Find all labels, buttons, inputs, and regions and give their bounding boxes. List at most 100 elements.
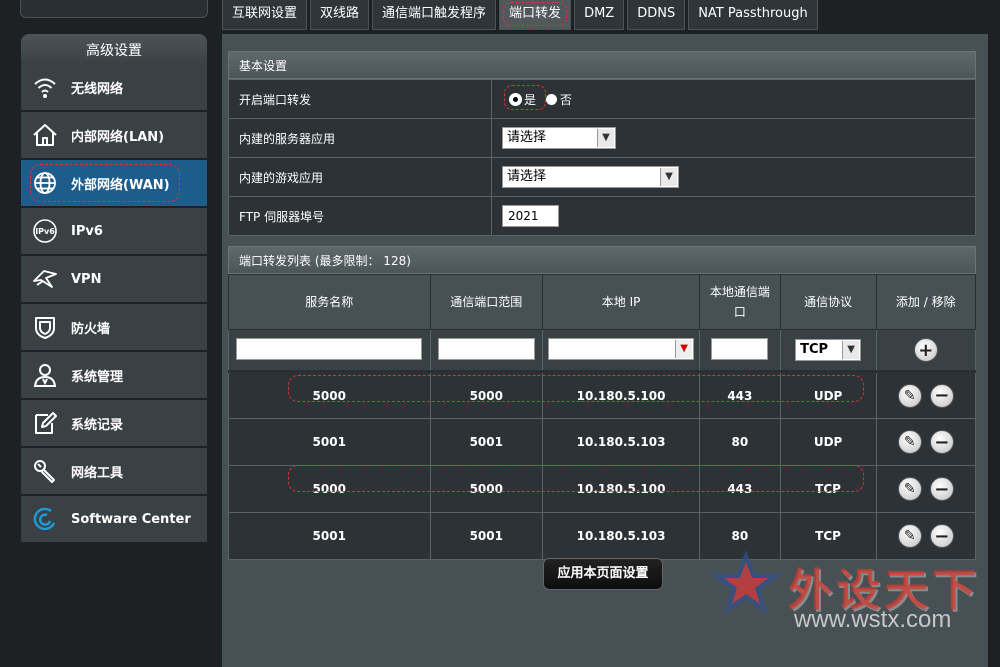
chevron-down-icon: ▼ (675, 339, 693, 358)
service-name-input[interactable] (236, 337, 423, 360)
sidebar-item-lan[interactable]: 内部网络(LAN) (21, 112, 207, 158)
local-port-input[interactable] (711, 337, 769, 360)
radio-group: 是 否 (504, 84, 576, 111)
port-range-input[interactable] (437, 337, 535, 360)
tab-port-trigger[interactable]: 通信端口触发程序 (372, 0, 497, 30)
local-ip-combo[interactable]: ▼ (548, 337, 695, 360)
col-header-local-port: 本地通信端口 (699, 274, 781, 330)
annotation-highlight (30, 164, 180, 202)
port-forward-list-header: 端口转发列表 (最多限制： 128) (228, 246, 976, 274)
pencil-icon: ✎ (903, 387, 916, 404)
col-header-service-name: 服务名称 (228, 274, 431, 330)
protocol-select[interactable]: TCP ▼ (795, 339, 862, 361)
sidebar-item-software-center[interactable]: Software Center (21, 496, 207, 542)
sidebar-item-wireless[interactable]: 无线网络 (21, 64, 207, 110)
tab-bar: 互联网设置 双线路 通信端口触发程序 端口转发 DMZ DDNS NAT Pas… (222, 0, 821, 30)
sidebar: 高级设置 无线网络 内部网络(LAN) 外部网络(WAN) IPv6 IPv6 … (21, 34, 207, 544)
port-range-cell: 5001 (429, 418, 544, 466)
sidebar-item-vpn[interactable]: VPN (21, 256, 207, 302)
game-app-label: 内建的游戏应用 (228, 157, 492, 197)
sidebar-item-label: 网络工具 (71, 465, 124, 481)
game-app-select[interactable]: 请选择 ▼ (502, 166, 679, 188)
ftp-port-label: FTP 伺服器埠号 (228, 196, 492, 236)
tab-internet[interactable]: 互联网设置 (222, 0, 308, 30)
tab-dual-wan[interactable]: 双线路 (310, 0, 370, 30)
protocol-cell: UDP (779, 418, 877, 466)
shield-icon (21, 304, 69, 350)
sidebar-item-network-tools[interactable]: 网络工具 (21, 448, 207, 494)
server-app-label: 内建的服务器应用 (228, 118, 492, 158)
router-logo-frame (20, 0, 208, 18)
actions-cell: ✎ − (875, 418, 976, 466)
col-header-port-range: 通信端口范围 (429, 274, 544, 330)
minus-icon: − (934, 431, 950, 453)
annotation-highlight (288, 465, 864, 492)
sidebar-header: 高级设置 (21, 34, 207, 64)
game-app-cell: 请选择 ▼ (491, 157, 976, 197)
wifi-icon (21, 64, 69, 110)
ipv6-icon: IPv6 (21, 208, 69, 254)
service-name-cell: 5001 (228, 512, 431, 560)
chevron-down-icon: ▼ (842, 341, 860, 359)
sidebar-item-admin[interactable]: 系统管理 (21, 352, 207, 398)
protocol-value: TCP (800, 342, 829, 357)
basic-settings-header: 基本设置 (228, 51, 976, 79)
sidebar-item-label: 系统记录 (71, 417, 124, 433)
ftp-port-cell: 2021 (491, 196, 976, 236)
edit-rule-button[interactable]: ✎ (897, 430, 922, 454)
annotation-highlight (504, 84, 546, 110)
pencil-icon: ✎ (903, 528, 916, 544)
pencil-icon: ✎ (903, 481, 916, 497)
remove-rule-button[interactable]: − (929, 430, 954, 454)
software-icon (21, 496, 69, 542)
sidebar-item-ipv6[interactable]: IPv6 IPv6 (21, 208, 207, 254)
edit-rule-button[interactable]: ✎ (897, 477, 922, 501)
actions-cell: ✎ − (875, 465, 976, 513)
basic-settings-table: 开启端口转发 是 否 内建的服务器应用 请选择 ▼ 内建的游戏应用 请选择 ▼ … (228, 79, 976, 236)
radio-no-label: 否 (559, 92, 572, 107)
new-rule-row: ▼ TCP ▼ + (228, 329, 976, 372)
table-row: 5001 5001 10.180.5.103 80 UDP ✎ − (228, 418, 976, 466)
user-icon (21, 352, 69, 398)
radio-no[interactable] (545, 93, 557, 105)
ftp-port-input[interactable]: 2021 (502, 205, 559, 227)
annotation-highlight (503, 2, 568, 26)
add-rule-button[interactable]: + (913, 338, 938, 362)
apply-button[interactable]: 应用本页面设置 (543, 558, 663, 590)
minus-icon: − (934, 478, 950, 500)
enable-port-forward-cell: 是 否 (491, 79, 976, 119)
local-ip-cell: 10.180.5.103 (542, 512, 701, 560)
pencil-icon: ✎ (903, 434, 916, 450)
home-icon (21, 112, 69, 158)
log-icon (21, 400, 69, 446)
annotation-highlight (288, 375, 864, 402)
vpn-icon (21, 256, 69, 302)
watermark: 外设天下 www.wstx.com (706, 544, 996, 644)
sidebar-item-label: IPv6 (71, 223, 103, 239)
tools-icon (21, 448, 69, 494)
chevron-down-icon: ▼ (597, 129, 614, 147)
sidebar-item-label: Software Center (71, 511, 191, 527)
port-forward-table: 服务名称 通信端口范围 本地 IP 本地通信端口 通信协议 添加 / 移除 ▼ … (228, 274, 976, 560)
edit-rule-button[interactable]: ✎ (897, 383, 922, 408)
tab-ddns[interactable]: DDNS (627, 0, 686, 30)
plus-icon: + (918, 339, 934, 361)
enable-port-forward-label: 开启端口转发 (228, 79, 492, 119)
sidebar-item-label: VPN (71, 271, 102, 287)
service-name-cell: 5001 (228, 418, 431, 466)
sidebar-item-label: 防火墙 (71, 321, 111, 337)
sidebar-item-syslog[interactable]: 系统记录 (21, 400, 207, 446)
server-app-cell: 请选择 ▼ (491, 118, 976, 158)
remove-rule-button[interactable]: − (929, 383, 954, 408)
tab-port-forwarding[interactable]: 端口转发 (499, 0, 572, 30)
tab-nat-passthrough[interactable]: NAT Passthrough (688, 0, 818, 30)
col-header-protocol: 通信协议 (779, 274, 877, 330)
server-app-select[interactable]: 请选择 ▼ (502, 127, 616, 149)
remove-rule-button[interactable]: − (929, 477, 954, 501)
sidebar-item-wan[interactable]: 外部网络(WAN) (21, 160, 207, 206)
local-port-cell: 80 (699, 418, 781, 466)
sidebar-item-firewall[interactable]: 防火墙 (21, 304, 207, 350)
watermark-url: www.wstx.com (794, 606, 952, 633)
port-range-cell: 5001 (429, 512, 544, 560)
tab-dmz[interactable]: DMZ (574, 0, 625, 30)
